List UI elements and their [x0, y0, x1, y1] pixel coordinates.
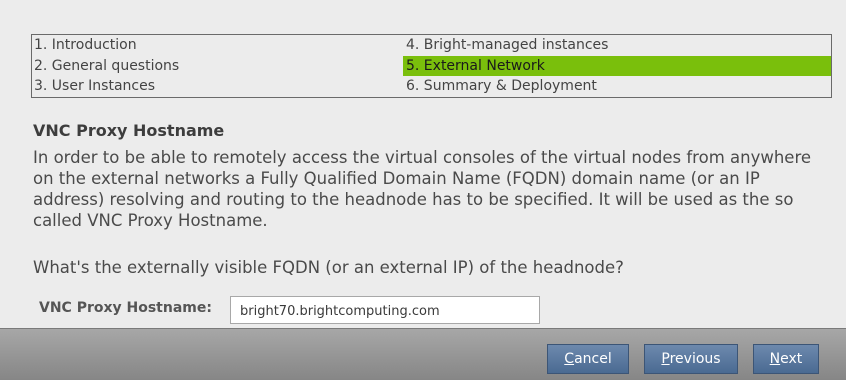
- vnc-proxy-hostname-input[interactable]: [230, 296, 540, 324]
- step-general-questions[interactable]: 2. General questions: [32, 56, 403, 77]
- wizard-content: 1. Introduction 4. Bright-managed instan…: [0, 0, 846, 328]
- step-bright-managed-instances[interactable]: 4. Bright-managed instances: [403, 35, 831, 56]
- step-summary-deployment[interactable]: 6. Summary & Deployment: [403, 76, 831, 97]
- previous-mnemonic: P: [661, 351, 670, 367]
- step-introduction[interactable]: 1. Introduction: [32, 35, 403, 56]
- section-description: In order to be able to remotely access t…: [33, 148, 812, 230]
- wizard-steps: 1. Introduction 4. Bright-managed instan…: [31, 34, 832, 98]
- next-mnemonic: N: [769, 351, 781, 367]
- cancel-button[interactable]: Cancel: [547, 344, 629, 374]
- cancel-mnemonic: C: [564, 351, 575, 367]
- previous-label-rest: revious: [669, 351, 721, 367]
- step-external-network[interactable]: 5. External Network: [403, 55, 831, 77]
- section-question: What's the externally visible FQDN (or a…: [33, 258, 624, 277]
- vnc-proxy-hostname-label: VNC Proxy Hostname:: [39, 300, 212, 316]
- previous-button[interactable]: Previous: [644, 344, 738, 374]
- section-title: VNC Proxy Hostname: [33, 121, 225, 140]
- step-user-instances[interactable]: 3. User Instances: [32, 76, 403, 97]
- next-label-rest: ext: [780, 351, 803, 367]
- next-button[interactable]: Next: [753, 344, 819, 374]
- wizard-footer: Cancel Previous Next: [0, 328, 846, 380]
- cancel-label-rest: ancel: [574, 351, 612, 367]
